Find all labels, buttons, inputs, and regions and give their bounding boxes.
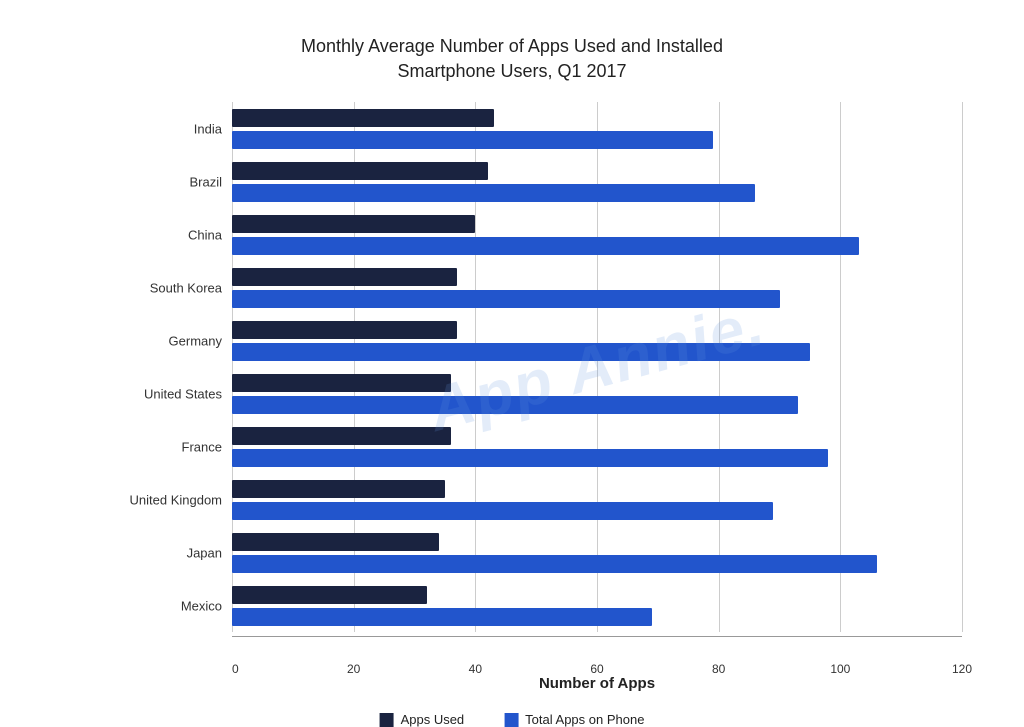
chart-container: Monthly Average Number of Apps Used and … — [32, 14, 992, 704]
title-line2: Smartphone Users, Q1 2017 — [397, 61, 626, 81]
apps-used-bar — [232, 215, 475, 233]
title-line1: Monthly Average Number of Apps Used and … — [301, 36, 723, 56]
bar-row — [232, 314, 962, 367]
total-apps-bar — [232, 343, 810, 361]
bar-row — [232, 208, 962, 261]
apps-used-bar — [232, 109, 494, 127]
bar-row — [232, 579, 962, 632]
y-label: China — [37, 227, 222, 242]
legend-color-box — [504, 713, 518, 727]
total-apps-bar — [232, 502, 773, 520]
bar-row — [232, 526, 962, 579]
legend-item: Apps Used — [380, 712, 465, 727]
bar-row — [232, 367, 962, 420]
grid-line — [962, 102, 963, 632]
x-tick: 60 — [590, 662, 603, 676]
apps-used-bar — [232, 268, 457, 286]
y-label: Mexico — [37, 598, 222, 613]
legend-item: Total Apps on Phone — [504, 712, 644, 727]
apps-used-bar — [232, 427, 451, 445]
apps-used-bar — [232, 321, 457, 339]
bar-row — [232, 420, 962, 473]
y-label: Germany — [37, 333, 222, 348]
total-apps-bar — [232, 555, 877, 573]
total-apps-bar — [232, 449, 828, 467]
apps-used-bar — [232, 480, 445, 498]
legend-label: Apps Used — [401, 712, 465, 727]
apps-used-bar — [232, 374, 451, 392]
y-label: Brazil — [37, 174, 222, 189]
x-tick: 100 — [830, 662, 850, 676]
legend: Apps Used Total Apps on Phone — [380, 712, 645, 727]
total-apps-bar — [232, 608, 652, 626]
total-apps-bar — [232, 237, 859, 255]
legend-color-box — [380, 713, 394, 727]
legend-label: Total Apps on Phone — [525, 712, 644, 727]
apps-used-bar — [232, 162, 488, 180]
bar-row — [232, 155, 962, 208]
total-apps-bar — [232, 184, 755, 202]
y-label: Japan — [37, 545, 222, 560]
total-apps-bar — [232, 131, 713, 149]
y-labels: India Brazil China South Korea Germany United… — [37, 102, 227, 632]
total-apps-bar — [232, 290, 780, 308]
y-label: France — [37, 439, 222, 454]
chart-title: Monthly Average Number of Apps Used and … — [62, 34, 962, 84]
apps-used-bar — [232, 533, 439, 551]
y-label: South Korea — [37, 280, 222, 295]
y-label: United Kingdom — [37, 492, 222, 507]
apps-used-bar — [232, 586, 427, 604]
x-tick: 80 — [712, 662, 725, 676]
x-tick: 40 — [469, 662, 482, 676]
x-tick: 20 — [347, 662, 360, 676]
total-apps-bar — [232, 396, 798, 414]
chart-area: App Annie. IndiaBrazilChinaSouth KoreaGe… — [232, 102, 962, 632]
bar-row — [232, 473, 962, 526]
x-tick: 120 — [952, 662, 972, 676]
y-label: India — [37, 121, 222, 136]
rows-area — [232, 102, 962, 632]
bar-row — [232, 261, 962, 314]
x-tick: 0 — [232, 662, 239, 676]
x-axis-label: Number of Apps — [539, 675, 655, 692]
x-axis-line — [232, 636, 962, 637]
bar-row — [232, 102, 962, 155]
y-label: United States — [37, 386, 222, 401]
